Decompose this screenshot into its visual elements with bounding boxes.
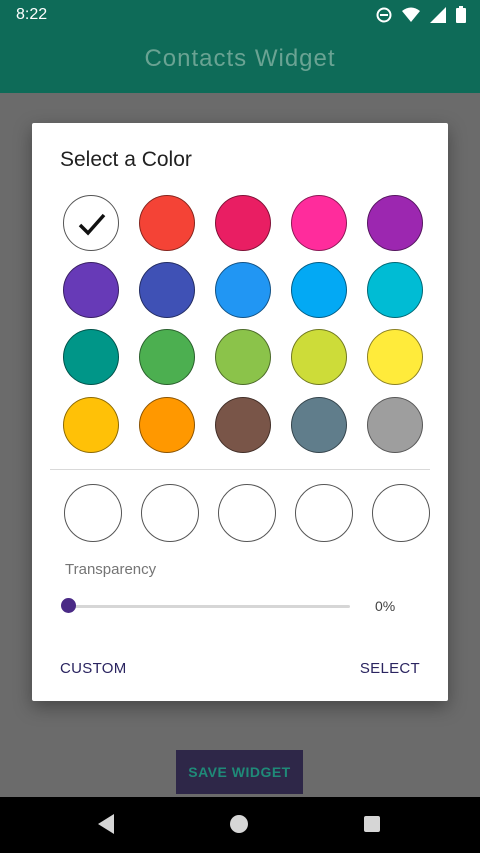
signal-icon <box>430 6 446 23</box>
color-swatch[interactable] <box>367 195 423 251</box>
select-button[interactable]: SELECT <box>360 660 420 677</box>
home-icon[interactable] <box>230 815 248 833</box>
color-swatch[interactable] <box>139 397 195 453</box>
save-widget-button[interactable]: SAVE WIDGET <box>176 750 303 794</box>
color-swatch[interactable] <box>139 329 195 385</box>
transparency-slider-track[interactable] <box>68 605 350 608</box>
color-swatch[interactable] <box>291 195 347 251</box>
recent-color-swatch[interactable] <box>218 484 276 542</box>
do-not-disturb-icon <box>376 7 392 22</box>
dialog-title: Select a Color <box>60 148 192 171</box>
color-swatch[interactable] <box>291 329 347 385</box>
color-swatch[interactable] <box>215 329 271 385</box>
app-bar: Contacts Widget <box>0 30 480 93</box>
color-swatch[interactable] <box>367 397 423 453</box>
navigation-bar <box>0 797 480 853</box>
color-picker-dialog: Select a Color Transparency 0% CUSTOM SE… <box>32 123 448 701</box>
custom-button[interactable]: CUSTOM <box>60 660 127 677</box>
color-swatch[interactable] <box>139 195 195 251</box>
color-swatch[interactable] <box>215 262 271 318</box>
color-swatch[interactable] <box>291 262 347 318</box>
color-swatch[interactable] <box>63 262 119 318</box>
recent-color-swatch[interactable] <box>64 484 122 542</box>
color-swatch[interactable] <box>63 195 119 251</box>
recent-color-swatch[interactable] <box>141 484 199 542</box>
color-swatch[interactable] <box>291 397 347 453</box>
status-icons <box>376 6 466 23</box>
checkmark-icon <box>78 213 106 236</box>
battery-icon <box>456 6 466 23</box>
color-swatch[interactable] <box>367 262 423 318</box>
color-swatch[interactable] <box>215 195 271 251</box>
transparency-slider-thumb[interactable] <box>61 598 76 613</box>
color-swatch[interactable] <box>215 397 271 453</box>
back-icon[interactable] <box>96 813 116 835</box>
divider <box>50 469 430 470</box>
status-bar: 8:22 <box>0 0 480 30</box>
color-swatch[interactable] <box>139 262 195 318</box>
wifi-icon <box>402 7 420 22</box>
color-swatch[interactable] <box>63 329 119 385</box>
recents-icon[interactable] <box>364 816 380 832</box>
status-time: 8:22 <box>16 6 48 23</box>
transparency-value: 0% <box>375 598 396 614</box>
app-title: Contacts Widget <box>144 45 336 72</box>
transparency-label: Transparency <box>65 561 157 578</box>
color-swatch[interactable] <box>63 397 119 453</box>
recent-color-swatch[interactable] <box>372 484 430 542</box>
color-swatch[interactable] <box>367 329 423 385</box>
recent-color-swatch[interactable] <box>295 484 353 542</box>
